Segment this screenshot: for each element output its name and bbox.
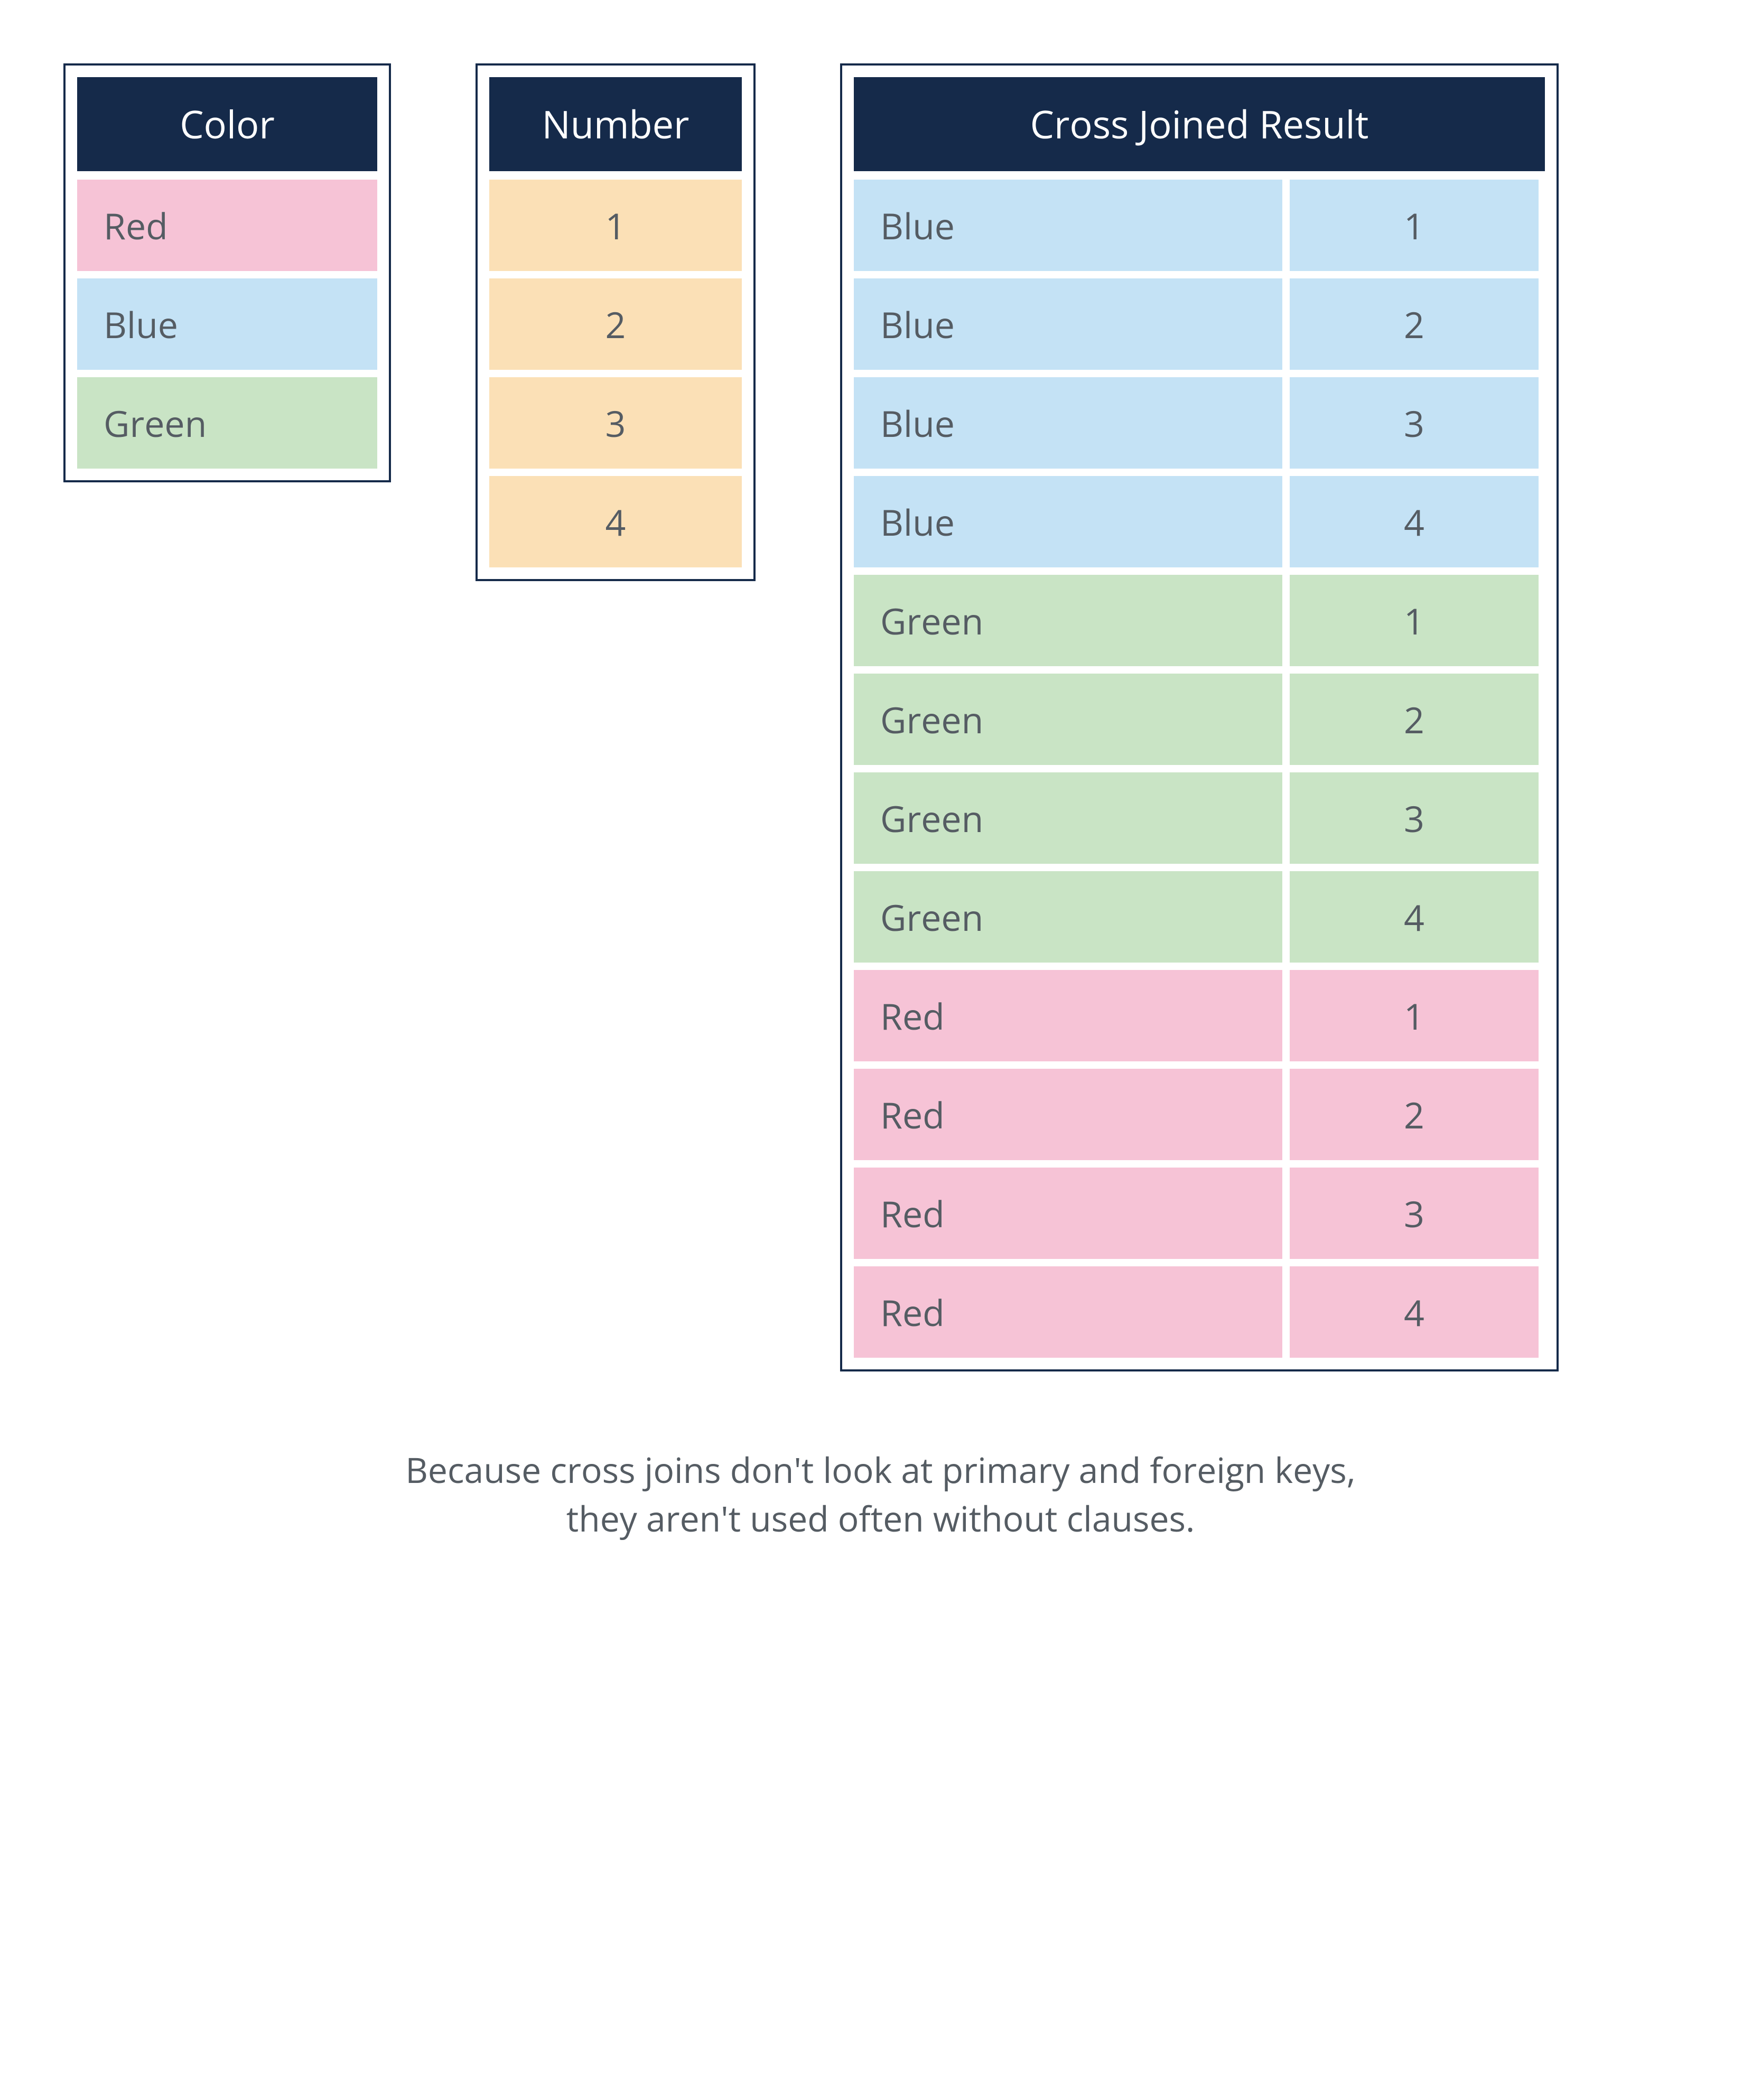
- number-row: 3: [489, 377, 742, 469]
- result-color-cell: Red: [854, 970, 1282, 1061]
- result-number-cell: 2: [1290, 674, 1539, 765]
- result-row: Green3: [854, 772, 1545, 864]
- result-table-body: Blue1Blue2Blue3Blue4Green1Green2Green3Gr…: [854, 180, 1545, 1358]
- result-color-cell: Green: [854, 772, 1282, 864]
- result-row: Blue1: [854, 180, 1545, 271]
- number-table-header: Number: [489, 77, 742, 171]
- color-row: Green: [77, 377, 377, 469]
- result-color-cell: Blue: [854, 180, 1282, 271]
- diagram-page: Color RedBlueGreen Number 1234 Cross Joi…: [0, 0, 1761, 1585]
- result-color-cell: Blue: [854, 377, 1282, 469]
- result-color-cell: Blue: [854, 476, 1282, 567]
- tables-row: Color RedBlueGreen Number 1234 Cross Joi…: [63, 63, 1698, 1371]
- result-number-cell: 3: [1290, 377, 1539, 469]
- number-row: 4: [489, 476, 742, 567]
- result-table-header: Cross Joined Result: [854, 77, 1545, 171]
- color-row: Blue: [77, 278, 377, 370]
- result-row: Green4: [854, 871, 1545, 963]
- result-row: Red2: [854, 1069, 1545, 1160]
- result-color-cell: Green: [854, 575, 1282, 666]
- caption: Because cross joins don't look at primar…: [63, 1445, 1698, 1543]
- result-number-cell: 4: [1290, 1266, 1539, 1358]
- result-number-cell: 1: [1290, 575, 1539, 666]
- number-table: Number 1234: [476, 63, 756, 581]
- result-table: Cross Joined Result Blue1Blue2Blue3Blue4…: [840, 63, 1559, 1371]
- result-color-cell: Green: [854, 871, 1282, 963]
- caption-line-1: Because cross joins don't look at primar…: [405, 1446, 1356, 1494]
- result-number-cell: 3: [1290, 772, 1539, 864]
- color-table: Color RedBlueGreen: [63, 63, 391, 482]
- result-color-cell: Red: [854, 1168, 1282, 1259]
- result-number-cell: 2: [1290, 278, 1539, 370]
- color-table-body: RedBlueGreen: [77, 180, 377, 469]
- number-row: 2: [489, 278, 742, 370]
- caption-line-2: they aren't used often without clauses.: [566, 1495, 1195, 1542]
- result-number-cell: 2: [1290, 1069, 1539, 1160]
- result-number-cell: 3: [1290, 1168, 1539, 1259]
- result-row: Red3: [854, 1168, 1545, 1259]
- number-table-body: 1234: [489, 180, 742, 567]
- result-number-cell: 1: [1290, 180, 1539, 271]
- result-color-cell: Red: [854, 1069, 1282, 1160]
- color-table-header: Color: [77, 77, 377, 171]
- result-row: Red1: [854, 970, 1545, 1061]
- result-number-cell: 4: [1290, 476, 1539, 567]
- result-number-cell: 4: [1290, 871, 1539, 963]
- number-row: 1: [489, 180, 742, 271]
- result-color-cell: Red: [854, 1266, 1282, 1358]
- color-row: Red: [77, 180, 377, 271]
- result-number-cell: 1: [1290, 970, 1539, 1061]
- result-row: Green2: [854, 674, 1545, 765]
- result-row: Blue4: [854, 476, 1545, 567]
- result-row: Blue3: [854, 377, 1545, 469]
- result-color-cell: Green: [854, 674, 1282, 765]
- result-color-cell: Blue: [854, 278, 1282, 370]
- result-row: Blue2: [854, 278, 1545, 370]
- result-row: Green1: [854, 575, 1545, 666]
- result-row: Red4: [854, 1266, 1545, 1358]
